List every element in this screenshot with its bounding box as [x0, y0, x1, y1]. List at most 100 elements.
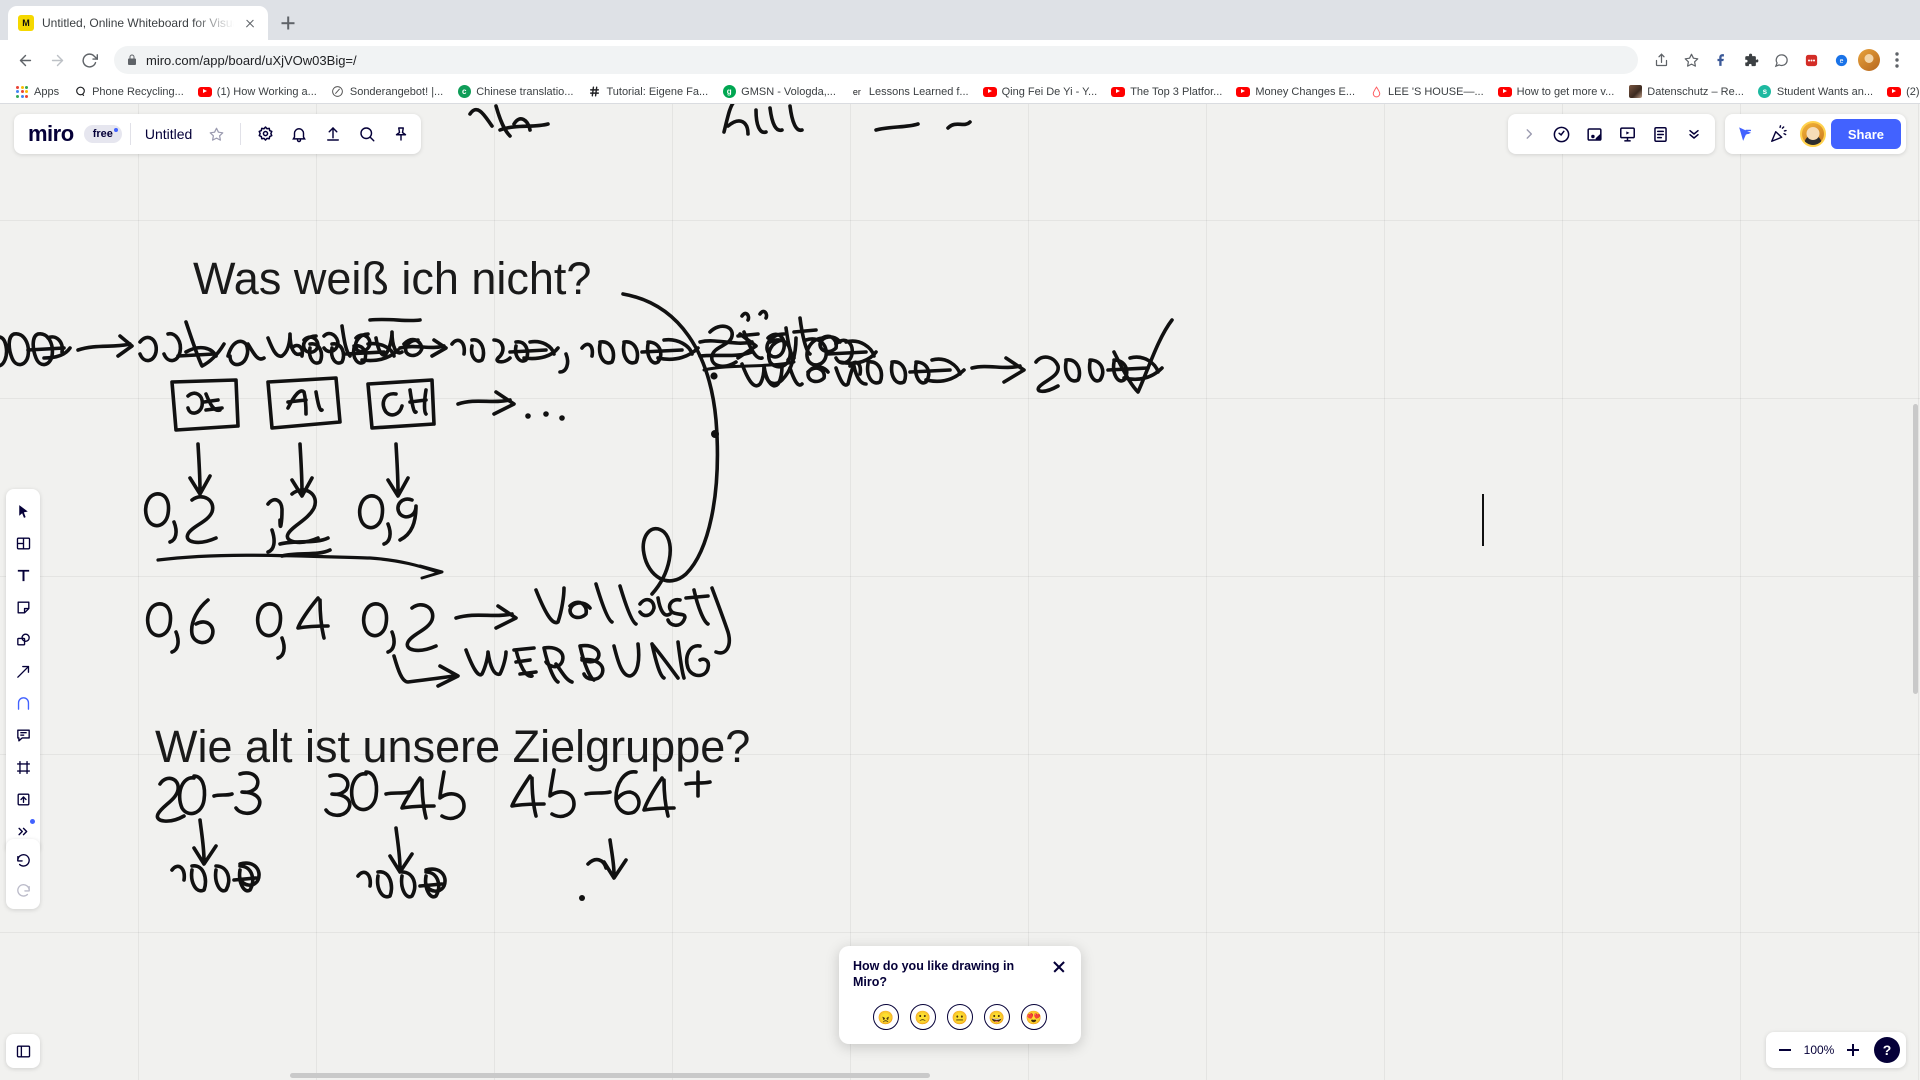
- horizontal-scrollbar[interactable]: [290, 1073, 930, 1078]
- url-text: miro.com/app/board/uXjVOw03Big=/: [146, 52, 357, 68]
- gear-icon[interactable]: [249, 118, 281, 150]
- pin-icon[interactable]: [385, 118, 417, 150]
- rating-face-happy[interactable]: 😀: [984, 1004, 1010, 1030]
- back-arrow-icon[interactable]: [10, 45, 40, 75]
- bookmark-item[interactable]: (1) How Working a...: [191, 83, 324, 101]
- chrome-profile-avatar[interactable]: [1858, 49, 1880, 71]
- bookmark-item[interactable]: Sonderangebot! |...: [324, 83, 450, 101]
- bookmark-item[interactable]: LEE 'S HOUSE—...: [1362, 83, 1491, 101]
- browser-tab-active[interactable]: M Untitled, Online Whiteboard for Visual…: [8, 6, 268, 40]
- bookmark-item[interactable]: s Student Wants an...: [1751, 83, 1880, 101]
- comment-tool[interactable]: [8, 720, 38, 750]
- miro-whiteboard-app: Was weiß ich nicht? Wie alt ist unsere Z…: [0, 104, 1920, 1080]
- bookmark-item[interactable]: Tutorial: Eigene Fa...: [580, 83, 715, 101]
- new-feature-dot: [30, 819, 35, 824]
- bookmark-item[interactable]: Apps: [8, 83, 66, 101]
- bookmark-label: Chinese translatio...: [476, 85, 574, 98]
- chrome-menu-icon[interactable]: [1884, 47, 1910, 73]
- help-button[interactable]: ?: [1874, 1037, 1900, 1063]
- upload-icon[interactable]: [317, 118, 349, 150]
- sticky-note-tool[interactable]: [8, 592, 38, 622]
- notes-icon[interactable]: [1645, 118, 1677, 150]
- bookmark-item[interactable]: How to get more v...: [1491, 83, 1622, 101]
- bookmark-label: Tutorial: Eigene Fa...: [606, 85, 709, 98]
- rating-face-sad[interactable]: 🙁: [910, 1004, 936, 1030]
- airbnb-icon: [1369, 85, 1383, 99]
- close-tab-icon[interactable]: [242, 15, 258, 31]
- address-bar[interactable]: miro.com/app/board/uXjVOw03Big=/: [114, 46, 1638, 74]
- bookmark-label: Datenschutz – Re...: [1647, 85, 1744, 98]
- document-title[interactable]: Untitled: [139, 126, 198, 142]
- select-cursor-tool[interactable]: [8, 496, 38, 526]
- chevrons-down-icon[interactable]: [1678, 118, 1710, 150]
- bookmark-label: LEE 'S HOUSE—...: [1388, 85, 1484, 98]
- board-utilities-group: [1507, 114, 1715, 154]
- youtube-icon: [197, 85, 212, 99]
- rating-face-angry[interactable]: 😠: [873, 1004, 899, 1030]
- bookmark-item[interactable]: Money Changes E...: [1229, 83, 1362, 101]
- pen-tool[interactable]: [8, 688, 38, 718]
- extension-chat-icon[interactable]: [1768, 47, 1794, 73]
- extension-facebook-icon[interactable]: [1708, 47, 1734, 73]
- undo-button[interactable]: [8, 844, 38, 874]
- extension-lastpass-icon[interactable]: [1798, 47, 1824, 73]
- user-avatar[interactable]: [1799, 121, 1826, 147]
- bookmarks-bar: Apps Phone Recycling... (1) How Working a.…: [0, 80, 1920, 104]
- share-page-icon[interactable]: [1648, 47, 1674, 73]
- bookmark-label: Student Wants an...: [1776, 85, 1874, 98]
- zoom-out-button[interactable]: [1772, 1037, 1798, 1063]
- youtube-icon: [1111, 85, 1126, 99]
- bookmark-item[interactable]: Datenschutz – Re...: [1621, 83, 1751, 101]
- rating-face-love[interactable]: 😍: [1021, 1004, 1047, 1030]
- plan-badge[interactable]: free: [83, 125, 122, 143]
- arrow-connector-tool[interactable]: [8, 656, 38, 686]
- er-text-icon: er: [852, 86, 861, 97]
- bookmark-label: (1) How Working a...: [216, 85, 317, 98]
- bookmark-item[interactable]: The Top 3 Platfor...: [1104, 83, 1229, 101]
- miro-logo[interactable]: miro: [18, 121, 82, 147]
- star-icon[interactable]: [200, 118, 232, 150]
- divider: [240, 123, 242, 145]
- toggle-panel-button[interactable]: [6, 1034, 40, 1068]
- vertical-scrollbar[interactable]: [1913, 404, 1918, 694]
- bookmark-item[interactable]: g GMSN - Vologda,...: [715, 83, 843, 101]
- bookmark-label: (2) How To Add A...: [1906, 85, 1920, 98]
- feedback-title: How do you like drawing in Miro?: [853, 958, 1015, 989]
- timer-icon[interactable]: [1546, 118, 1578, 150]
- bell-icon[interactable]: [283, 118, 315, 150]
- bookmark-item[interactable]: Phone Recycling...: [66, 83, 191, 101]
- redo-button[interactable]: [8, 874, 38, 904]
- bookmark-item[interactable]: (2) How To Add A...: [1880, 83, 1920, 101]
- upload-tool[interactable]: [8, 784, 38, 814]
- hash-icon: [587, 85, 601, 99]
- miro-favicon: M: [18, 15, 34, 31]
- zoom-in-button[interactable]: [1840, 1037, 1866, 1063]
- chevron-right-icon[interactable]: [1513, 118, 1545, 150]
- frame-tool[interactable]: [8, 752, 38, 782]
- bookmark-star-icon[interactable]: [1678, 47, 1704, 73]
- zoom-level[interactable]: 100%: [1802, 1043, 1836, 1057]
- close-icon[interactable]: [1051, 959, 1067, 975]
- extension-puzzle-icon[interactable]: [1738, 47, 1764, 73]
- extension-blue-icon[interactable]: e: [1828, 47, 1854, 73]
- reload-icon[interactable]: [74, 45, 104, 75]
- search-icon[interactable]: [351, 118, 383, 150]
- board-canvas[interactable]: [0, 104, 1920, 1080]
- tab-title: Untitled, Online Whiteboard for Visual C…: [42, 16, 234, 30]
- templates-tool[interactable]: [8, 528, 38, 558]
- frame-icon[interactable]: [1579, 118, 1611, 150]
- party-popper-icon[interactable]: [1763, 118, 1795, 150]
- left-toolbar: [6, 489, 40, 853]
- rating-face-neutral[interactable]: 😐: [947, 1004, 973, 1030]
- shapes-tool[interactable]: [8, 624, 38, 654]
- presentation-icon[interactable]: [1612, 118, 1644, 150]
- forward-arrow-icon[interactable]: [42, 45, 72, 75]
- share-button[interactable]: Share: [1830, 119, 1901, 149]
- bookmark-item[interactable]: er Lessons Learned f...: [843, 83, 976, 101]
- bookmark-item[interactable]: c Chinese translatio...: [450, 83, 580, 101]
- cursor-share-icon[interactable]: [1730, 118, 1762, 150]
- new-tab-button[interactable]: [274, 9, 302, 37]
- text-tool[interactable]: [8, 560, 38, 590]
- bookmark-item[interactable]: Qing Fei De Yi - Y...: [976, 83, 1105, 101]
- bookmark-label: The Top 3 Platfor...: [1130, 85, 1223, 98]
